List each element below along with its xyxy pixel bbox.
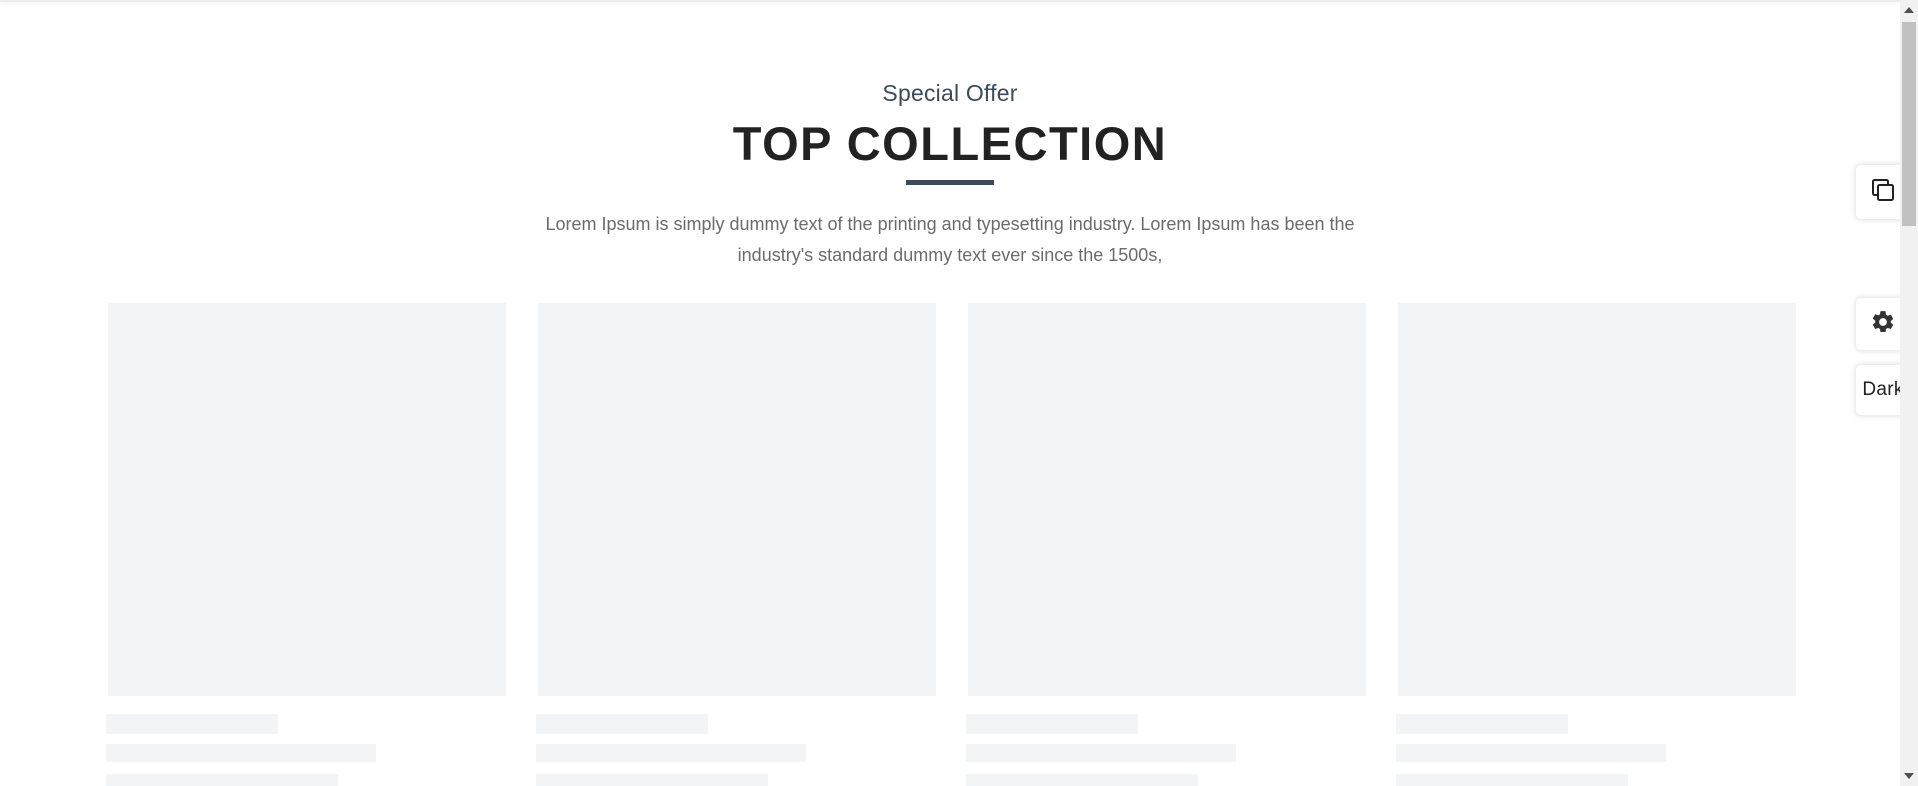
scroll-up-arrow-icon[interactable] <box>1904 7 1914 13</box>
vertical-scrollbar[interactable] <box>1900 0 1918 786</box>
scroll-down-arrow-icon[interactable] <box>1904 773 1914 779</box>
scrollbar-thumb[interactable] <box>1902 22 1916 226</box>
product-card-placeholder[interactable] <box>106 303 506 786</box>
product-title-skeleton <box>106 714 278 734</box>
product-card-placeholder[interactable] <box>1396 303 1796 786</box>
product-card-placeholder[interactable] <box>966 303 1366 786</box>
product-card-placeholder[interactable] <box>536 303 936 786</box>
section-header: Special Offer TOP COLLECTION <box>0 78 1900 185</box>
copy-icon <box>1870 177 1896 208</box>
product-image-skeleton <box>538 303 936 696</box>
product-image-skeleton <box>1398 303 1796 696</box>
product-price-skeleton <box>536 774 768 786</box>
product-title-skeleton <box>966 714 1138 734</box>
page: Special Offer TOP COLLECTION Lorem Ipsum… <box>0 0 1918 786</box>
product-image-skeleton <box>108 303 506 696</box>
product-price-skeleton <box>966 774 1198 786</box>
product-price-skeleton <box>106 774 338 786</box>
dark-mode-label: Dark <box>1862 379 1904 400</box>
section-description: Lorem Ipsum is simply dummy text of the … <box>545 214 1355 265</box>
header-shadow-edge <box>0 0 1900 2</box>
product-text-skeleton <box>106 744 376 762</box>
product-text-skeleton <box>536 744 806 762</box>
section-subtitle: Special Offer <box>882 80 1018 106</box>
product-title-skeleton <box>536 714 708 734</box>
section-title: TOP COLLECTION <box>732 117 1168 170</box>
product-title-skeleton <box>1396 714 1568 734</box>
product-text-skeleton <box>966 744 1236 762</box>
product-text-skeleton <box>1396 744 1666 762</box>
gear-icon <box>1870 309 1896 340</box>
product-price-skeleton <box>1396 774 1628 786</box>
title-underline <box>906 180 994 185</box>
product-image-skeleton <box>968 303 1366 696</box>
